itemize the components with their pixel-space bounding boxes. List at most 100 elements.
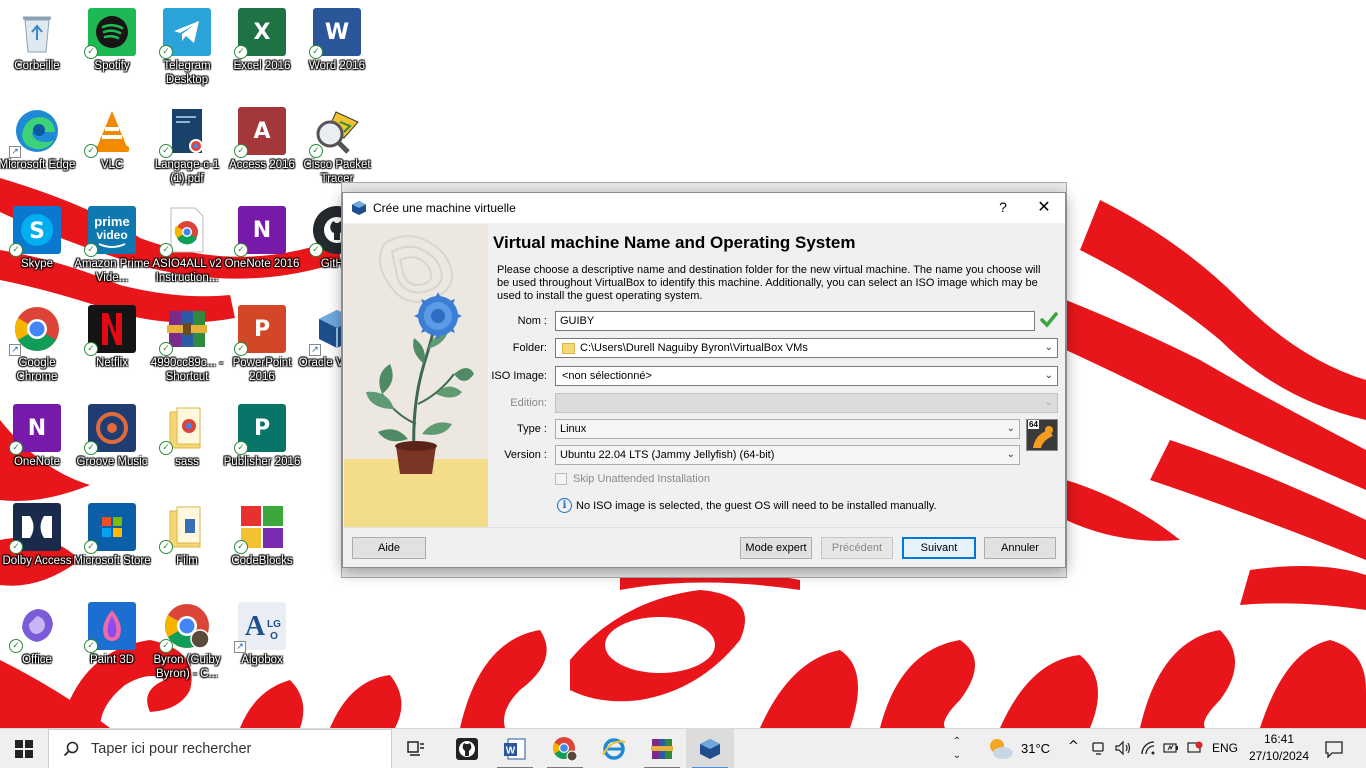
- name-field-value: GUIBY: [560, 315, 595, 327]
- folder-select[interactable]: C:\Users\Durell Naguiby Byron\VirtualBox…: [555, 338, 1058, 358]
- previous-button[interactable]: Précédent: [821, 537, 893, 559]
- desktop-icon-film[interactable]: ✓ Film: [150, 499, 224, 591]
- chrome-profile-icon: ✓: [159, 602, 211, 653]
- taskbar-task-view[interactable]: [392, 729, 440, 768]
- taskbar-internet-explorer[interactable]: [590, 729, 638, 768]
- create-vm-dialog: Crée une machine virtuelle ? ✕ Virtual m…: [342, 192, 1066, 568]
- clock[interactable]: 16:41 27/10/2024: [1242, 731, 1316, 765]
- desktop-icon-google-chrome[interactable]: ↗ Google Chrome: [0, 301, 74, 393]
- sync-status-icon: ✓: [84, 342, 98, 356]
- icon-label: OneNote 2016: [224, 258, 300, 270]
- input-language[interactable]: ENG: [1212, 741, 1238, 755]
- sync-status-icon: ✓: [84, 45, 98, 59]
- desktop-icon-vlc[interactable]: ✓ VLC: [75, 103, 149, 195]
- desktop-icon-winrar-shortcut[interactable]: ✓ 4990cc89c... - Shortcut: [150, 301, 224, 393]
- desktop-icon-algobox[interactable]: A LG O ↗ Algobox: [225, 598, 299, 690]
- icon-label: Groove Music: [76, 456, 148, 468]
- taskbar-winrar[interactable]: [638, 729, 686, 768]
- packet-tracer-icon: ✓: [309, 107, 361, 158]
- desktop-icon-edge[interactable]: ↗ Microsoft Edge: [0, 103, 75, 195]
- taskbar-search-box[interactable]: Taper ici pour rechercher: [48, 729, 392, 768]
- icon-label: Excel 2016: [233, 60, 291, 72]
- desktop-icon-netflix[interactable]: ✓ Netflix: [75, 301, 149, 393]
- icon-label: Langage-c-1 (1).pdf: [154, 159, 220, 185]
- expert-mode-button[interactable]: Mode expert: [740, 537, 812, 559]
- chrome-file-icon: ✓: [159, 206, 211, 257]
- desktop-icon-onenote-2016[interactable]: N ✓ OneNote 2016: [225, 202, 299, 294]
- folder-icon: ✓: [159, 404, 211, 455]
- desktop-icon-telegram[interactable]: ✓ Telegram Desktop: [150, 4, 224, 96]
- skype-icon: S ✓: [9, 206, 61, 257]
- type-select[interactable]: Linux ⌄: [555, 419, 1020, 439]
- version-select[interactable]: Ubuntu 22.04 LTS (Jammy Jellyfish) (64-b…: [555, 445, 1020, 465]
- weather-temperature[interactable]: 31°C: [1021, 741, 1050, 756]
- taskbar-word[interactable]: W: [491, 729, 539, 768]
- next-button[interactable]: Suivant: [902, 537, 976, 559]
- taskbar: Taper ici pour rechercher W ⌃ ⌄ 31°C ^ E…: [0, 728, 1366, 768]
- page-description: Please choose a descriptive name and des…: [497, 264, 1041, 302]
- battery-icon[interactable]: [1162, 740, 1180, 761]
- desktop-icon-paint-3d[interactable]: ✓ Paint 3D: [75, 598, 149, 690]
- icon-label: Spotify: [94, 60, 130, 72]
- notification-badge-icon[interactable]: [1186, 740, 1204, 761]
- sync-status-icon: ✓: [234, 441, 248, 455]
- type-select-value: Linux: [560, 423, 587, 435]
- desktop-icon-dolby[interactable]: ✓ Dolby Access: [0, 499, 74, 591]
- start-button[interactable]: [0, 729, 48, 768]
- desktop-icon-powerpoint[interactable]: P ✓ PowerPoint 2016: [225, 301, 299, 393]
- desktop-icon-groove-music[interactable]: ✓ Groove Music: [75, 400, 149, 492]
- meet-now-icon[interactable]: [1091, 740, 1107, 761]
- desktop-icon-prime-video[interactable]: prime video ✓ Amazon Prime Vide...: [74, 202, 150, 294]
- desktop-icon-word[interactable]: W ✓ Word 2016: [300, 4, 374, 96]
- name-field[interactable]: GUIBY: [555, 311, 1035, 331]
- iso-select-value: <non sélectionné>: [562, 370, 652, 382]
- chrome-icon: ↗: [9, 305, 61, 356]
- tray-scroll-arrows[interactable]: ⌃ ⌄: [950, 731, 964, 767]
- desktop-icon-onenote[interactable]: N ✓ OneNote: [0, 400, 74, 492]
- desktop-icon-publisher[interactable]: P ✓ Publisher 2016: [223, 400, 301, 492]
- chevron-down-icon: ⌄: [1044, 342, 1053, 353]
- taskbar-chrome[interactable]: [541, 729, 589, 768]
- edge-icon: ↗: [9, 107, 61, 158]
- codeblocks-icon: ✓: [234, 503, 286, 554]
- desktop-icon-recycle-bin[interactable]: Corbeille: [0, 4, 74, 96]
- task-view-icon: [407, 741, 424, 756]
- icon-label: OneNote: [13, 456, 61, 468]
- close-button[interactable]: ✕: [1033, 197, 1055, 216]
- desktop-icon-pdf[interactable]: ✓ Langage-c-1 (1).pdf: [150, 103, 224, 195]
- help-button[interactable]: ?: [993, 199, 1013, 215]
- desktop-icon-access[interactable]: A ✓ Access 2016: [225, 103, 299, 195]
- virtualbox-icon: [700, 739, 720, 759]
- weather-icon[interactable]: [987, 737, 1015, 766]
- iso-label: ISO Image:: [491, 370, 547, 382]
- desktop-icon-office[interactable]: ✓ Office: [0, 598, 74, 690]
- icon-label: Publisher 2016: [223, 456, 301, 468]
- desktop-icon-chrome-profile[interactable]: ✓ Byron (Guiby Byron) - C...: [150, 598, 224, 690]
- chevron-down-icon: ⌄: [1044, 397, 1053, 408]
- type-label: Type :: [517, 423, 547, 435]
- desktop-icon-microsoft-store[interactable]: ✓ Microsoft Store: [73, 499, 151, 591]
- action-center-icon[interactable]: [1324, 739, 1344, 764]
- desktop-icon-skype[interactable]: S ✓ Skype: [0, 202, 74, 294]
- show-hidden-icons-chevron-icon[interactable]: ^: [1068, 739, 1079, 754]
- desktop-icon-chrome-file[interactable]: ✓ ASIO4ALL v2 Instruction...: [150, 202, 224, 294]
- desktop-icon-codeblocks[interactable]: ✓ CodeBlocks: [225, 499, 299, 591]
- volume-icon[interactable]: [1114, 740, 1132, 761]
- folder-select-value: C:\Users\Durell Naguiby Byron\VirtualBox…: [580, 342, 808, 354]
- icon-label: Office: [22, 654, 52, 666]
- dialog-titlebar[interactable]: Crée une machine virtuelle ? ✕: [343, 193, 1065, 223]
- help-wizard-button[interactable]: Aide: [352, 537, 426, 559]
- icon-label: Skype: [21, 258, 53, 270]
- cancel-button[interactable]: Annuler: [984, 537, 1056, 559]
- desktop-icon-spotify[interactable]: ✓ Spotify: [75, 4, 149, 96]
- wifi-icon[interactable]: [1140, 740, 1156, 761]
- word-icon: W ✓: [309, 8, 361, 59]
- taskbar-github-desktop[interactable]: [443, 729, 491, 768]
- desktop-icon-sass[interactable]: ✓ sass: [150, 400, 224, 492]
- office-icon: ✓: [9, 602, 61, 653]
- sync-status-icon: ✓: [84, 144, 98, 158]
- taskbar-virtualbox[interactable]: [686, 729, 734, 768]
- desktop-icon-excel[interactable]: X ✓ Excel 2016: [225, 4, 299, 96]
- sync-status-icon: ✓: [159, 639, 173, 653]
- iso-image-select[interactable]: <non sélectionné> ⌄: [555, 366, 1058, 386]
